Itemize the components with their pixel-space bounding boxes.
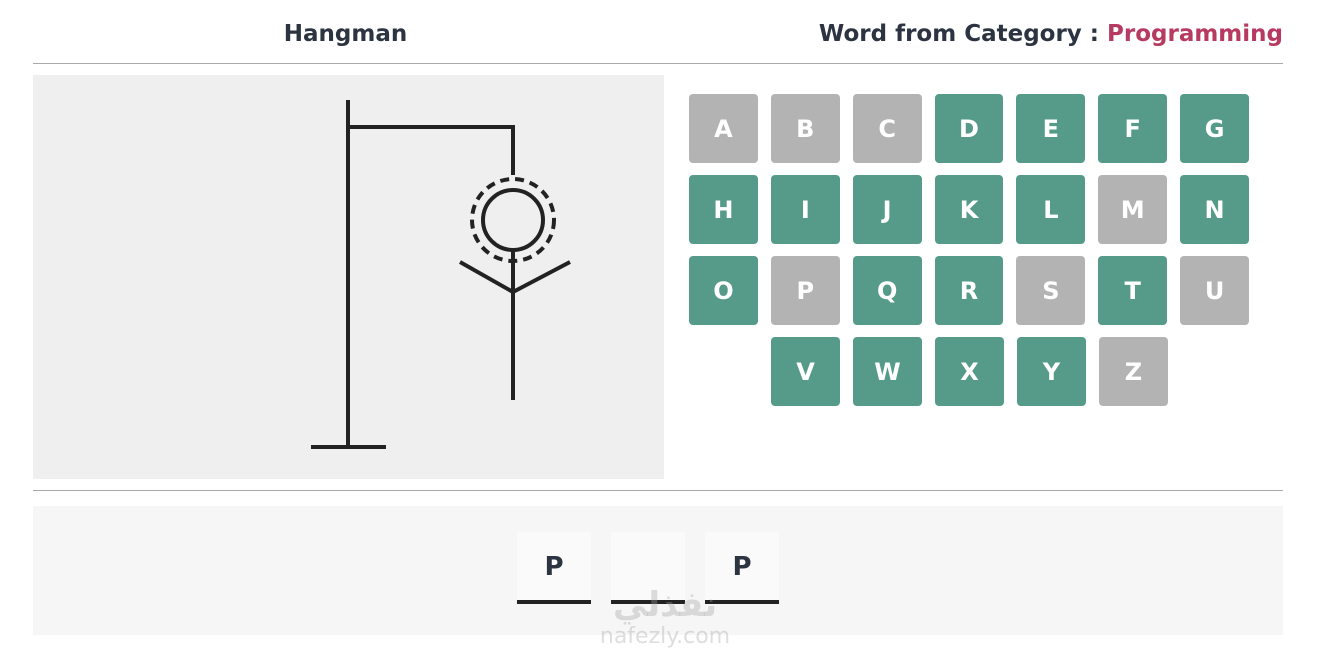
- word-slot-letter: P: [732, 552, 752, 582]
- hangman-figure: [311, 100, 571, 449]
- letter-key-p[interactable]: P: [770, 256, 840, 325]
- letter-key-m[interactable]: M: [1098, 175, 1168, 244]
- keyboard-row: ABCDEFG: [689, 94, 1250, 163]
- letter-key-n[interactable]: N: [1180, 175, 1250, 244]
- right-arm: [512, 260, 571, 294]
- letter-key-i[interactable]: I: [770, 175, 840, 244]
- letter-key-b[interactable]: B: [770, 94, 840, 163]
- word-slot-letter: P: [544, 552, 564, 582]
- keyboard-row: OPQRSTU: [689, 256, 1250, 325]
- letter-key-v[interactable]: V: [771, 337, 840, 406]
- letter-key-h[interactable]: H: [689, 175, 758, 244]
- letter-keyboard: ABCDEFG HIJKLMN OPQRSTU VWXYZ: [689, 94, 1250, 418]
- watermark-arabic: نفذلي: [612, 585, 718, 625]
- keyboard-row: VWXYZ: [689, 337, 1249, 406]
- section-divider: [33, 490, 1283, 491]
- game-header: Hangman Word from Category : Programming: [33, 0, 1283, 64]
- letter-key-w[interactable]: W: [853, 337, 922, 406]
- letter-key-s[interactable]: S: [1016, 256, 1086, 325]
- letter-key-q[interactable]: Q: [852, 256, 922, 325]
- letter-key-u[interactable]: U: [1180, 256, 1250, 325]
- head: [481, 188, 545, 252]
- game-title: Hangman: [283, 21, 408, 47]
- watermark-latin: nafezly.com: [599, 624, 731, 649]
- letter-key-d[interactable]: D: [934, 94, 1004, 163]
- letter-key-c[interactable]: C: [852, 94, 922, 163]
- letter-key-z[interactable]: Z: [1099, 337, 1168, 406]
- letter-key-l[interactable]: L: [1016, 175, 1086, 244]
- letter-key-a[interactable]: A: [689, 94, 758, 163]
- hangman-drawing-panel: [33, 75, 664, 479]
- letter-key-e[interactable]: E: [1016, 94, 1086, 163]
- category-label: Word from Category :: [818, 21, 1108, 47]
- letter-key-k[interactable]: K: [934, 175, 1004, 244]
- letter-key-j[interactable]: J: [852, 175, 922, 244]
- letter-key-x[interactable]: X: [935, 337, 1004, 406]
- letter-key-y[interactable]: Y: [1017, 337, 1086, 406]
- letter-key-f[interactable]: F: [1098, 94, 1168, 163]
- category-value: Programming: [1107, 21, 1283, 47]
- category-display: Word from Category : Programming: [819, 21, 1283, 47]
- letter-key-r[interactable]: R: [934, 256, 1004, 325]
- watermark: نفذلي nafezly.com: [580, 586, 750, 650]
- letter-key-t[interactable]: T: [1098, 256, 1168, 325]
- keyboard-row: HIJKLMN: [689, 175, 1250, 244]
- left-arm: [459, 260, 514, 294]
- letter-key-o[interactable]: O: [689, 256, 758, 325]
- letter-key-g[interactable]: G: [1180, 94, 1250, 163]
